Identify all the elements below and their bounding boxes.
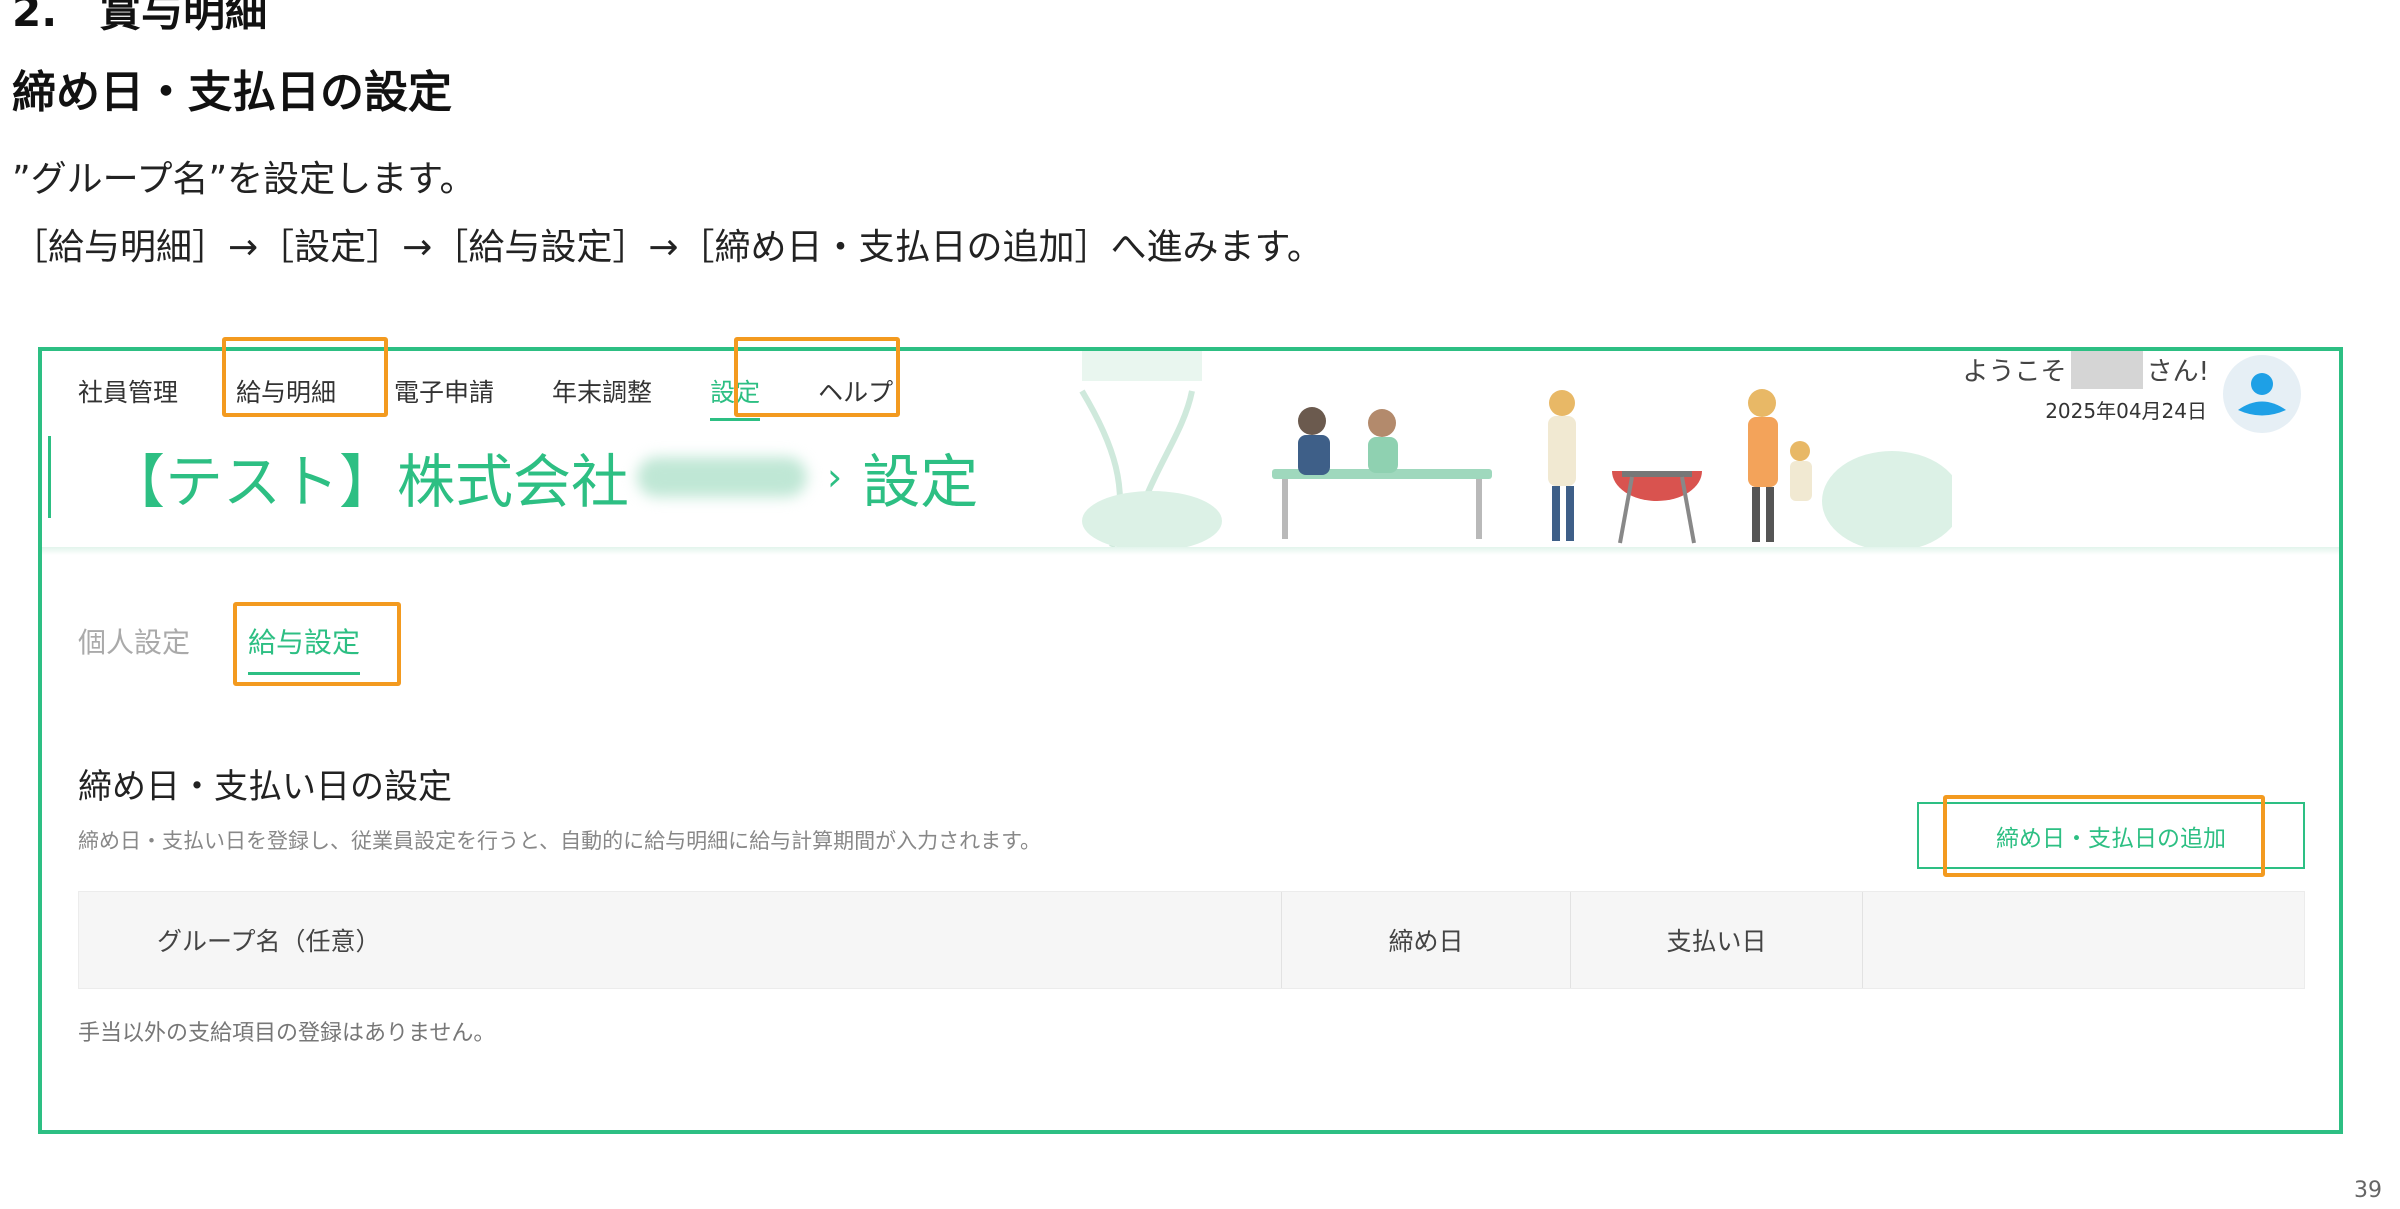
- nav-settings[interactable]: 設定: [710, 373, 761, 421]
- avatar[interactable]: [2223, 355, 2301, 433]
- masked-user-name: [2070, 351, 2143, 389]
- company-name: 【テスト】株式会社: [107, 448, 630, 516]
- section-title: 締め日・支払い日の設定: [78, 767, 452, 807]
- add-closing-payment-date-button[interactable]: 締め日・支払日の追加: [1917, 802, 2305, 869]
- current-page-label: 設定: [862, 448, 979, 516]
- column-closing-date: 締め日: [1282, 892, 1571, 988]
- table-empty-message: 手当以外の支給項目の登録はありません。: [78, 1021, 496, 1046]
- nav-employee-management[interactable]: 社員管理: [78, 373, 178, 409]
- section-description: 締め日・支払い日を登録し、従業員設定を行うと、自動的に給与明細に給与計算期間が入…: [78, 829, 1042, 853]
- screenshot-frame: 社員管理 給与明細 電子申請 年末調整 設定 ヘルプ 【テスト】株式会社 › 設…: [38, 347, 2343, 1134]
- doc-section-heading: 2. 賞与明細: [12, 0, 268, 36]
- column-payment-date: 支払い日: [1571, 892, 1863, 988]
- hero-header: 社員管理 給与明細 電子申請 年末調整 設定 ヘルプ 【テスト】株式会社 › 設…: [42, 351, 2339, 551]
- nav-year-end-adjustment[interactable]: 年末調整: [552, 373, 652, 409]
- settings-tabs: 個人設定 給与設定: [78, 621, 418, 675]
- nav-payslip[interactable]: 給与明細: [236, 373, 336, 409]
- user-icon: [2238, 373, 2286, 416]
- page-number: 39: [2354, 1178, 2382, 1203]
- blurred-company-name: [637, 457, 808, 497]
- closing-date-table-header: グループ名（任意） 締め日 支払い日: [78, 891, 2305, 989]
- doc-paragraph-1: ”グループ名”を設定します。: [12, 159, 476, 200]
- current-date: 2025年04月24日: [2045, 399, 2207, 423]
- header-divider: [42, 547, 2339, 555]
- welcome-prefix: ようこそ: [1962, 356, 2067, 387]
- tab-personal-settings[interactable]: 個人設定: [78, 621, 190, 661]
- top-nav: 社員管理 給与明細 電子申請 年末調整 設定 ヘルプ: [78, 361, 951, 421]
- column-group-name: グループ名（任意）: [79, 892, 1282, 988]
- welcome-message: ようこそ さん!: [1962, 351, 2209, 389]
- breadcrumb-separator: ›: [827, 455, 843, 499]
- bbq-illustration: [1079, 351, 1952, 547]
- page-title: 【テスト】株式会社 › 設定: [48, 436, 978, 518]
- welcome-suffix: さん!: [2146, 356, 2209, 387]
- nav-e-application[interactable]: 電子申請: [394, 373, 494, 409]
- tab-payroll-settings[interactable]: 給与設定: [248, 621, 361, 675]
- nav-help[interactable]: ヘルプ: [818, 373, 893, 409]
- doc-title: 締め日・支払日の設定: [12, 67, 452, 118]
- doc-paragraph-2: ［給与明細］→［設定］→［給与設定］→［締め日・支払日の追加］へ進みます。: [12, 227, 1323, 268]
- column-actions: [1863, 892, 2304, 988]
